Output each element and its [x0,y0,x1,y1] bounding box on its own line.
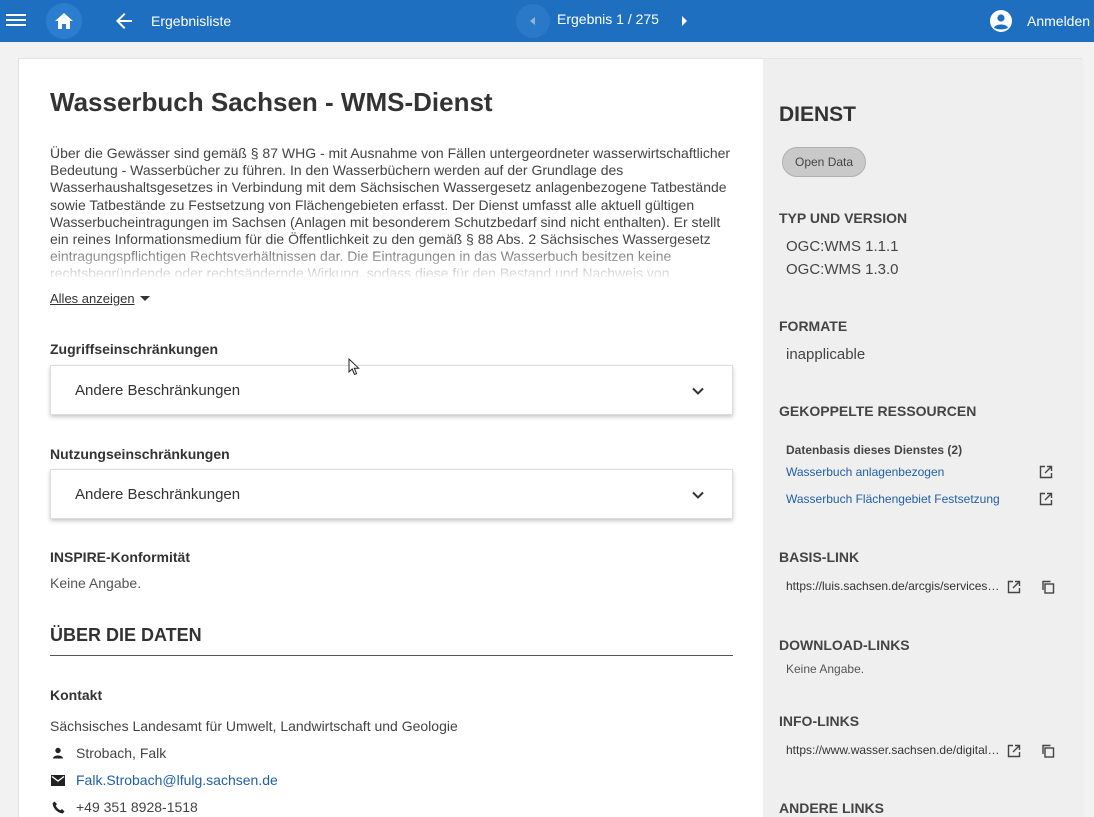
account-icon[interactable] [989,9,1013,33]
show-all-toggle[interactable]: Alles anzeigen [50,291,150,306]
info-links-heading: INFO-LINKS [779,713,860,729]
open-in-new-icon[interactable] [1007,580,1021,594]
description-fade [50,241,734,279]
chevron-down-icon [692,491,704,499]
type-version-item: OGC:WMS 1.3.0 [786,261,899,278]
access-restrictions-value: Andere Beschränkungen [75,381,241,399]
usage-restrictions-value: Andere Beschränkungen [75,485,241,503]
arrow-left-icon[interactable] [112,9,136,33]
type-version-item: OGC:WMS 1.1.1 [786,238,899,255]
main-content: Wasserbuch Sachsen - WMS-Dienst Über die… [19,59,763,817]
home-button[interactable] [46,3,82,39]
contact-email-link[interactable]: Falk.Strobach@lfulg.sachsen.de [76,772,278,788]
usage-restrictions-label: Nutzungseinschränkungen [50,446,230,462]
login-link[interactable]: Anmelden [1027,13,1090,29]
contact-phone-row: +49 351 8928-1518 [50,799,198,815]
contact-person: Strobach, Falk [76,745,167,761]
coupled-resource-link[interactable]: Wasserbuch Flächengebiet Festsetzung [786,492,1000,506]
mail-icon [50,772,66,788]
base-link-url[interactable]: https://luis.sachsen.de/arcgis/services/… [786,579,1001,593]
top-bar: Ergebnisliste Ergebnis 1 / 275 Anmelden [0,0,1094,42]
about-data-heading: ÜBER DIE DATEN [50,625,202,645]
other-links-heading: ANDERE LINKS [779,800,885,816]
open-in-new-icon[interactable] [1039,492,1053,506]
previous-result-button[interactable] [516,4,550,38]
back-to-results-link[interactable]: Ergebnisliste [151,13,231,29]
show-all-label: Alles anzeigen [50,291,135,306]
contact-email-row: Falk.Strobach@lfulg.sachsen.de [50,772,278,788]
home-icon [55,13,73,29]
mouse-cursor-icon [348,358,360,376]
copy-icon[interactable] [1041,580,1055,594]
info-link-url[interactable]: https://www.wasser.sachsen.de/digitales-… [786,743,1001,757]
coupled-resource-link[interactable]: Wasserbuch anlagenbezogen [786,465,944,479]
sidebar-heading: DIENST [779,103,857,126]
inspire-label: INSPIRE-Konformität [50,549,190,565]
menu-icon[interactable] [6,11,26,29]
inspire-value: Keine Angabe. [50,575,142,591]
result-counter: Ergebnis 1 / 275 [557,11,659,27]
usage-restrictions-dropdown[interactable]: Andere Beschränkungen [50,469,733,519]
download-links-heading: DOWNLOAD-LINKS [779,637,910,653]
section-divider [50,655,733,656]
type-version-heading: TYP UND VERSION [779,210,908,226]
coupled-resources-subheading: Datenbasis dieses Dienstes (2) [786,443,963,457]
coupled-resources-heading: GEKOPPELTE RESSOURCEN [779,403,977,419]
base-link-heading: BASIS-LINK [779,549,860,565]
contact-person-row: Strobach, Falk [50,745,166,761]
chevron-left-icon [530,17,535,25]
caret-down-icon [139,296,150,301]
chevron-right-icon [682,16,687,26]
open-in-new-icon[interactable] [1039,465,1053,479]
contact-label: Kontakt [50,687,103,703]
chevron-down-icon [692,387,704,395]
phone-icon [50,799,66,815]
access-restrictions-dropdown[interactable]: Andere Beschränkungen [50,365,733,415]
contact-phone: +49 351 8928-1518 [76,799,198,815]
person-icon [50,745,66,761]
open-data-badge: Open Data [782,147,867,177]
next-result-button[interactable] [672,9,696,33]
formats-heading: FORMATE [779,318,848,334]
page-title: Wasserbuch Sachsen - WMS-Dienst [50,87,493,117]
contact-organisation: Sächsisches Landesamt für Umwelt, Landwi… [50,718,458,734]
access-restrictions-label: Zugriffseinschränkungen [50,341,219,357]
copy-icon[interactable] [1041,744,1055,758]
detail-card: Wasserbuch Sachsen - WMS-Dienst Über die… [18,58,1083,817]
open-in-new-icon[interactable] [1007,744,1021,758]
download-links-value: Keine Angabe. [786,662,865,676]
service-sidebar: DIENST Open Data TYP UND VERSION OGC:WMS… [763,59,1083,817]
formats-value: inapplicable [786,346,866,363]
